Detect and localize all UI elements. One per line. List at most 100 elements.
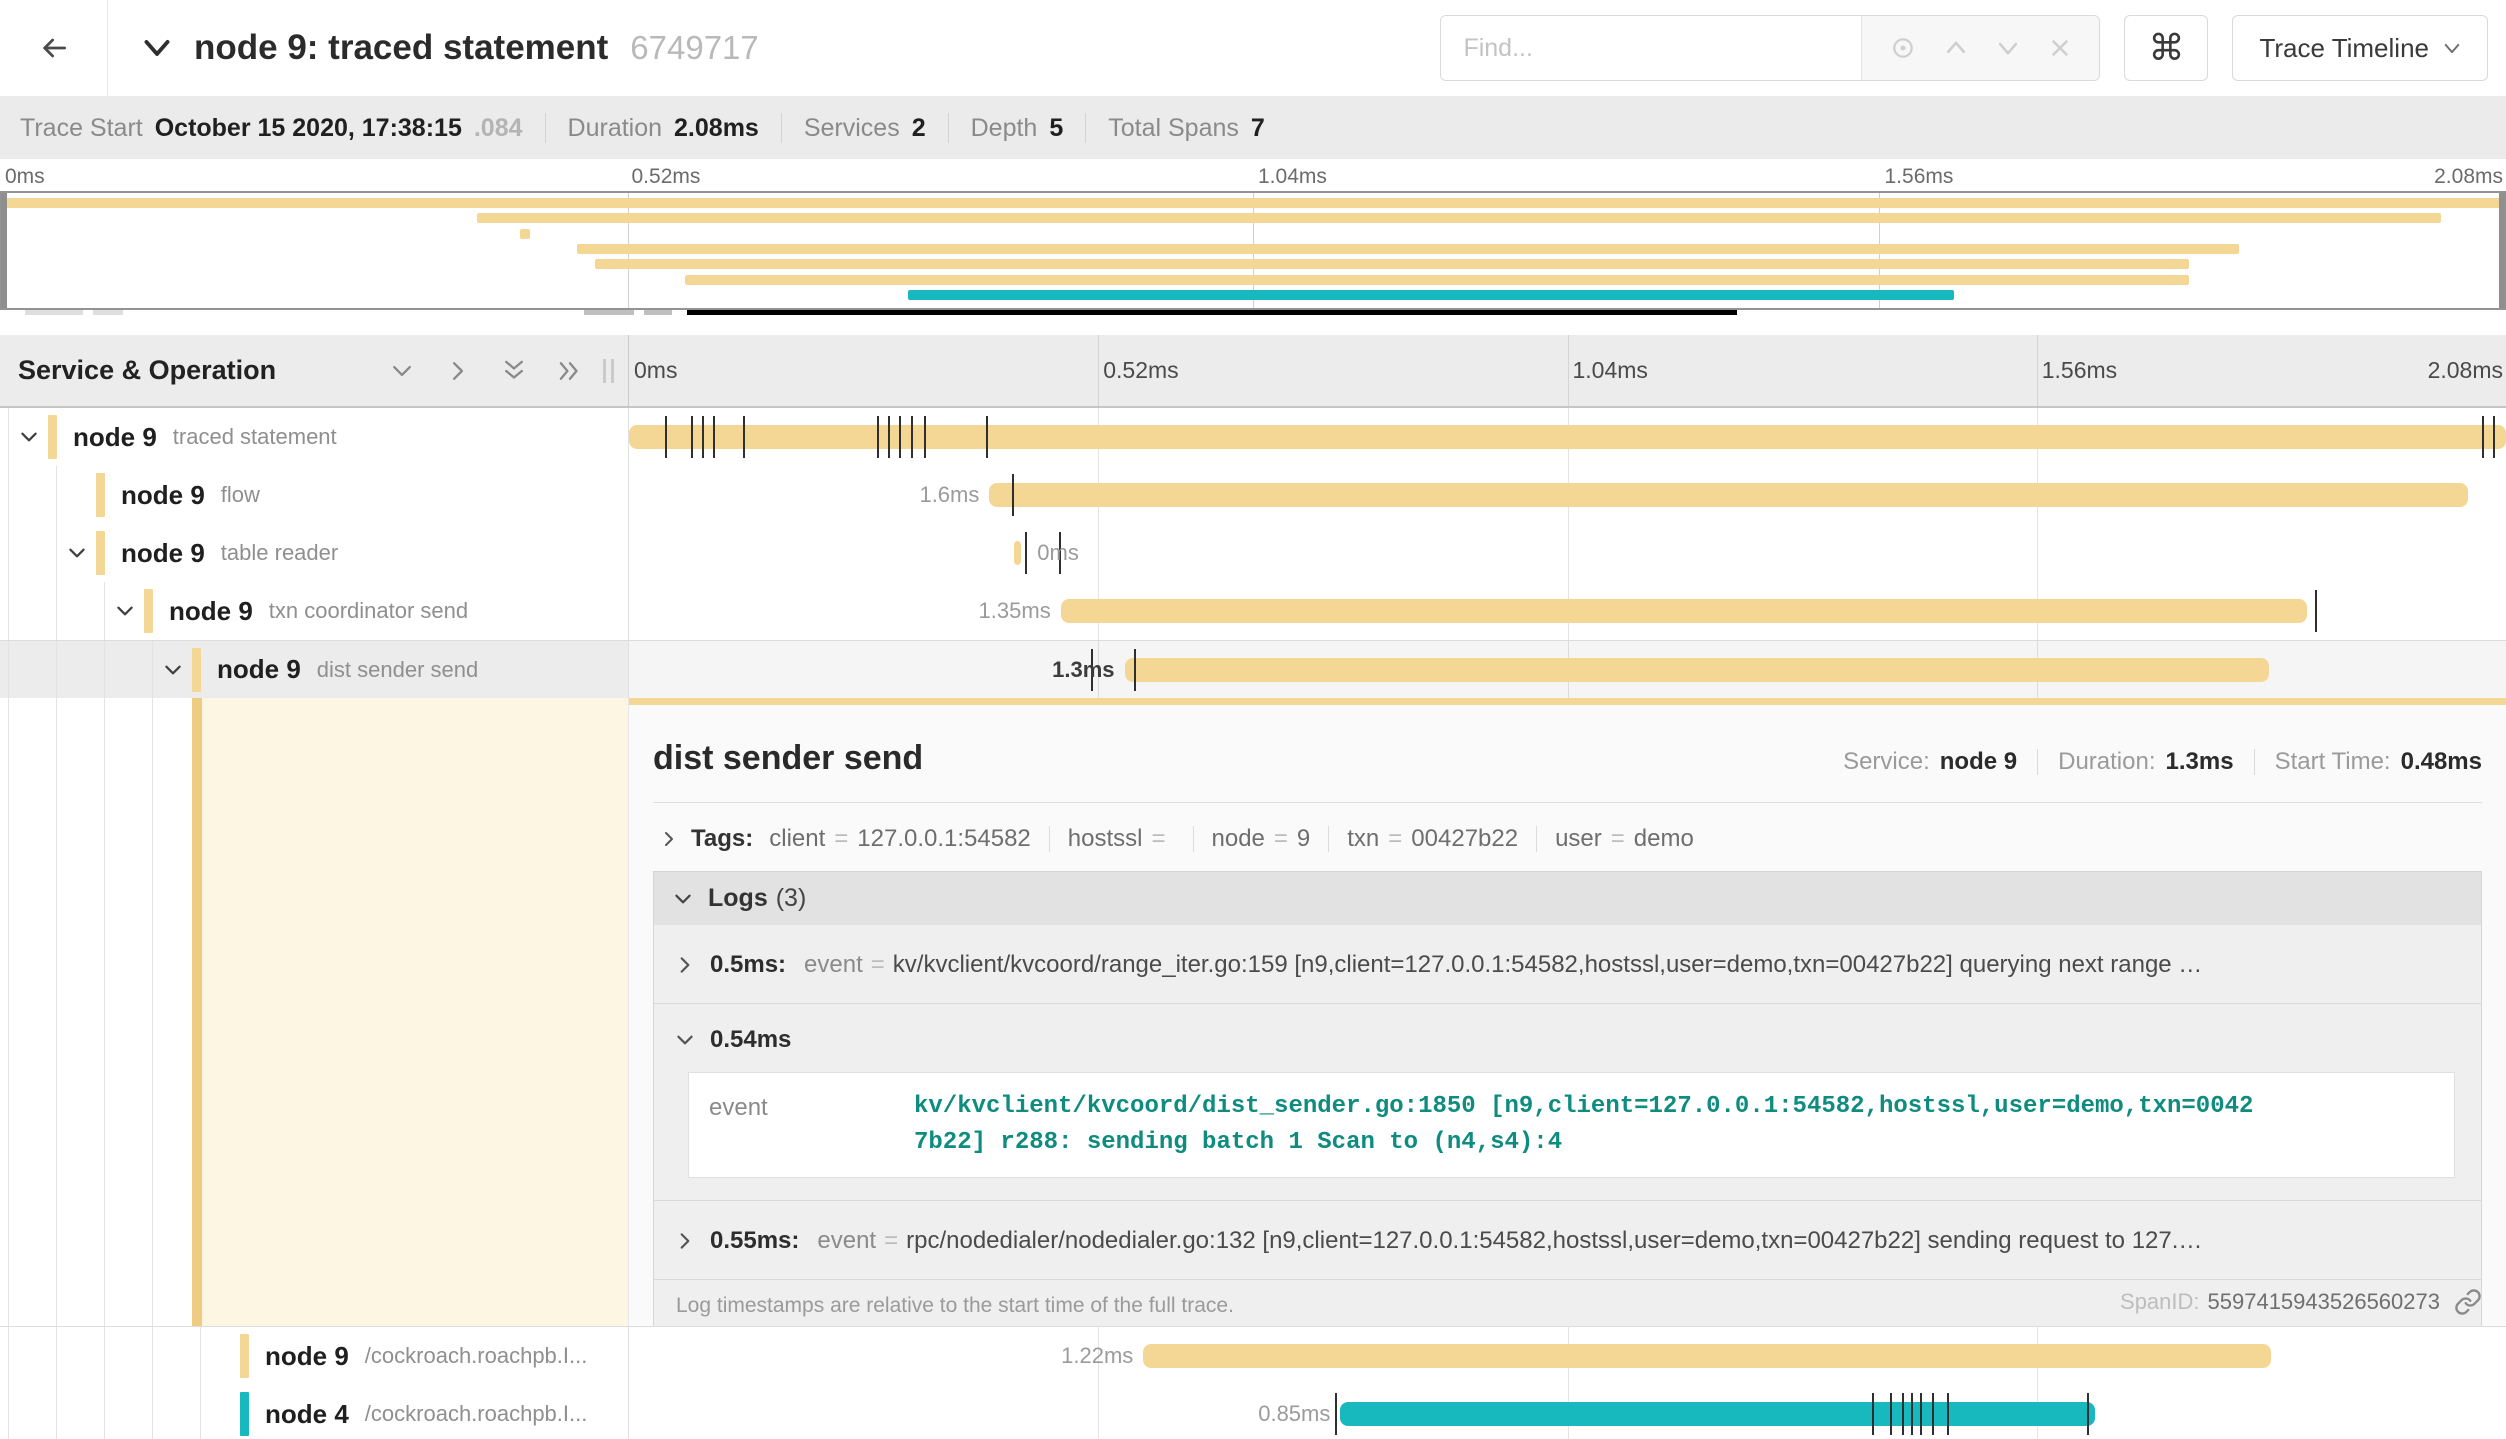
log-entry[interactable]: 0.55ms:event=rpc/nodedialer/nodedialer.g… bbox=[654, 1200, 2481, 1279]
trace-view-dropdown[interactable]: Trace Timeline bbox=[2232, 15, 2488, 81]
expand-chevron-icon[interactable] bbox=[10, 426, 48, 448]
find-next-icon[interactable] bbox=[1995, 35, 2021, 61]
span-timeline-cell[interactable]: 0.85ms bbox=[629, 1385, 2506, 1439]
minimap-scroll-thumb[interactable] bbox=[687, 310, 1737, 315]
ruler-tick-label: 1.04ms bbox=[1568, 357, 1648, 384]
tree-guide-line bbox=[152, 1385, 153, 1439]
ruler-tick-label: 1.04ms bbox=[1253, 165, 1327, 189]
summary-item: Services2 bbox=[804, 114, 926, 143]
span-row[interactable]: node 9flow1.6ms bbox=[0, 466, 2506, 524]
find-prev-icon[interactable] bbox=[1943, 35, 1969, 61]
log-marker-tick bbox=[911, 416, 913, 458]
tree-guide-line bbox=[104, 582, 105, 640]
minimap-scrollbar[interactable] bbox=[0, 310, 2506, 318]
trace-summary-bar: Trace StartOctober 15 2020, 17:38:15.084… bbox=[0, 97, 2506, 159]
span-name-cell[interactable]: node 9/cockroach.roachpb.I... bbox=[0, 1327, 629, 1385]
log-marker-tick bbox=[924, 416, 926, 458]
log-field-preview: rpc/nodedialer/nodedialer.go:132 [n9,cli… bbox=[906, 1227, 2202, 1255]
tree-guide-line bbox=[104, 1385, 105, 1439]
span-name-cell[interactable]: node 4/cockroach.roachpb.I... bbox=[0, 1385, 629, 1439]
span-timeline-cell[interactable]: 1.6ms bbox=[629, 466, 2506, 524]
summary-item: Trace StartOctober 15 2020, 17:38:15.084 bbox=[20, 114, 523, 143]
collapse-trace-chevron-icon[interactable] bbox=[142, 37, 172, 59]
minimap-scrubber-handle[interactable] bbox=[2499, 193, 2505, 308]
span-duration-label: 1.22ms bbox=[1061, 1343, 1133, 1369]
log-entry[interactable]: 0.54mseventkv/kvclient/kvcoord/dist_send… bbox=[654, 1003, 2481, 1200]
chevron-right-icon bbox=[659, 829, 679, 849]
span-bar[interactable] bbox=[1061, 599, 2307, 623]
span-row[interactable]: node 9/cockroach.roachpb.I... 1.22ms bbox=[0, 1327, 2506, 1385]
tags-accordion[interactable]: Tags: client=127.0.0.1:54582hostssl=node… bbox=[653, 825, 2482, 853]
clear-find-icon[interactable] bbox=[2047, 35, 2073, 61]
log-marker-tick bbox=[743, 416, 745, 458]
keyboard-shortcuts-button[interactable]: ⌘ bbox=[2124, 15, 2208, 81]
minimap-span-bar bbox=[520, 229, 530, 239]
span-timeline-cell[interactable] bbox=[629, 408, 2506, 466]
expand-chevron-icon[interactable] bbox=[106, 600, 144, 622]
span-bar[interactable] bbox=[1143, 1344, 2271, 1368]
tag-key: node bbox=[1212, 825, 1265, 853]
span-row[interactable]: node 9dist sender send1.3ms bbox=[0, 640, 2506, 698]
span-bar[interactable] bbox=[1340, 1402, 2095, 1426]
minimap-canvas[interactable] bbox=[0, 191, 2506, 310]
span-timeline-cell[interactable]: 1.22ms bbox=[629, 1327, 2506, 1385]
log-entry-header[interactable]: 0.5ms:event=kv/kvclient/kvcoord/range_it… bbox=[674, 951, 2461, 979]
span-name-cell[interactable]: node 9dist sender send bbox=[0, 641, 629, 698]
expand-chevron-icon[interactable] bbox=[154, 659, 192, 681]
span-row[interactable]: node 4/cockroach.roachpb.I...0.85ms bbox=[0, 1385, 2506, 1439]
log-timestamp: 0.5ms: bbox=[710, 951, 786, 979]
span-timeline-cell[interactable]: 1.3ms bbox=[629, 641, 2506, 698]
span-name-cell[interactable]: node 9txn coordinator send bbox=[0, 582, 629, 640]
log-marker-tick bbox=[713, 416, 715, 458]
log-marker-tick bbox=[1134, 649, 1136, 691]
collapse-all-icon[interactable] bbox=[501, 358, 527, 384]
log-marker-tick bbox=[986, 416, 988, 458]
equals-sign: = bbox=[1611, 825, 1625, 853]
column-resizer-handle[interactable] bbox=[603, 359, 614, 383]
log-entry-header[interactable]: 0.55ms:event=rpc/nodedialer/nodedialer.g… bbox=[674, 1227, 2461, 1255]
span-name-cell[interactable]: node 9table reader bbox=[0, 524, 629, 582]
tree-guide-line bbox=[104, 1327, 105, 1385]
summary-value: 5 bbox=[1049, 114, 1063, 143]
deep-link-icon[interactable] bbox=[2454, 1288, 2482, 1316]
log-entry[interactable]: 0.5ms:event=kv/kvclient/kvcoord/range_it… bbox=[654, 925, 2481, 1003]
log-marker-tick bbox=[1932, 1393, 1934, 1435]
span-bar[interactable] bbox=[1014, 541, 1022, 565]
tree-guide-line bbox=[56, 698, 57, 1326]
tree-guide-line bbox=[152, 698, 153, 1326]
back-button[interactable] bbox=[0, 0, 108, 96]
collapse-one-level-icon[interactable] bbox=[389, 358, 415, 384]
span-timeline-cell[interactable]: 0ms bbox=[629, 524, 2506, 582]
summary-item: Total Spans7 bbox=[1108, 114, 1265, 143]
ruler-tick-label: 1.56ms bbox=[2037, 357, 2117, 384]
log-marker-tick bbox=[1902, 1393, 1904, 1435]
find-input[interactable] bbox=[1441, 16, 1861, 80]
tree-guide-line bbox=[56, 1327, 57, 1385]
span-name-cell[interactable]: node 9traced statement bbox=[0, 408, 629, 466]
divider bbox=[545, 113, 546, 143]
locate-span-icon[interactable] bbox=[1889, 34, 1917, 62]
span-bar[interactable] bbox=[1125, 658, 2270, 682]
tree-guide-line bbox=[56, 641, 57, 698]
span-name-cell[interactable]: node 9flow bbox=[0, 466, 629, 524]
trace-view-label: Trace Timeline bbox=[2259, 33, 2429, 64]
span-bar[interactable] bbox=[989, 483, 2468, 507]
span-row[interactable]: node 9txn coordinator send1.35ms bbox=[0, 582, 2506, 640]
minimap-scrubber-handle[interactable] bbox=[1, 193, 7, 308]
log-entry-header[interactable]: 0.54ms bbox=[674, 1026, 2461, 1054]
span-detail-card: dist sender send Service:node 9Duration:… bbox=[629, 698, 2506, 1326]
service-color-bar bbox=[48, 415, 57, 459]
span-timeline-cell[interactable]: 1.35ms bbox=[629, 582, 2506, 640]
expand-all-icon[interactable] bbox=[557, 358, 583, 384]
log-timestamp: 0.54ms bbox=[710, 1026, 791, 1054]
minimap-span-bar bbox=[595, 259, 2189, 269]
ruler-tick-label: 0.52ms bbox=[1098, 357, 1178, 384]
expand-one-level-icon[interactable] bbox=[445, 358, 471, 384]
expand-chevron-icon[interactable] bbox=[58, 542, 96, 564]
chevron-right-icon bbox=[674, 954, 696, 976]
logs-header[interactable]: Logs (3) bbox=[654, 872, 2481, 925]
span-row[interactable]: node 9traced statement bbox=[0, 408, 2506, 466]
span-row[interactable]: node 9table reader0ms bbox=[0, 524, 2506, 582]
log-marker-tick bbox=[665, 416, 667, 458]
ruler-tick-label: 2.08ms bbox=[2428, 357, 2503, 384]
